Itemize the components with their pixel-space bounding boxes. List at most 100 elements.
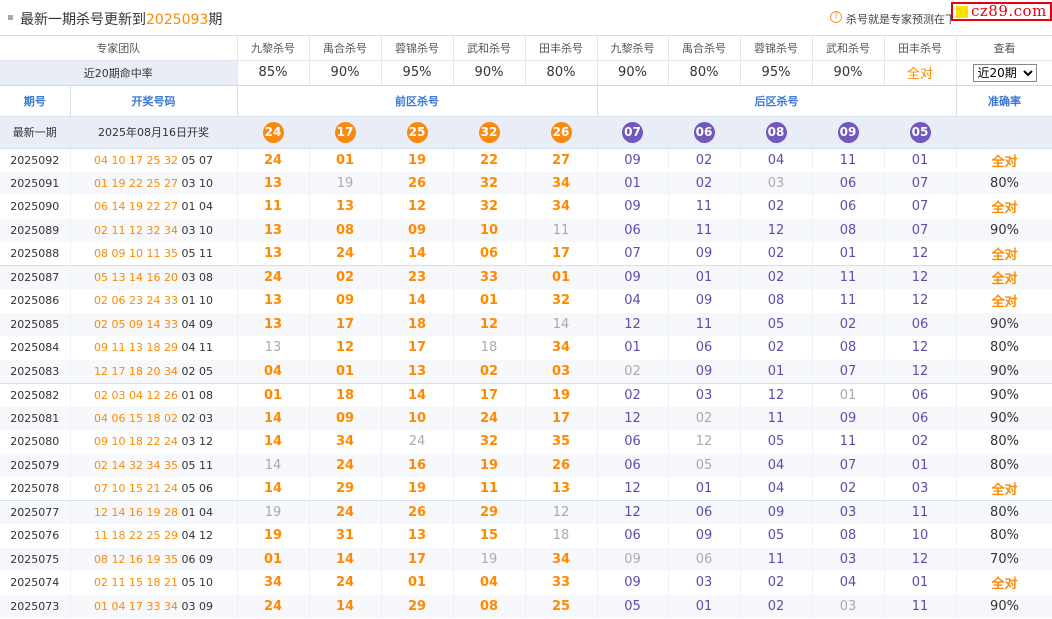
draw-front-numbers: 09 11 13 18 29 xyxy=(94,341,178,355)
back-kill-number: 02 xyxy=(812,312,885,336)
front-kill-number: 19 xyxy=(381,147,454,172)
site-logo[interactable]: cz89.com xyxy=(951,2,1052,21)
accuracy: 80% xyxy=(956,453,1052,477)
front-kill-number: 23 xyxy=(381,265,454,289)
draw-numbers: 02 14 32 34 35 05 11 xyxy=(70,453,238,477)
issue-number[interactable]: 2025081 xyxy=(0,406,71,430)
col-draw: 开奖号码 xyxy=(70,85,238,117)
history-row: 2025081 04 06 15 18 02 02 03 14 09 10 24 17 12 0… xyxy=(0,406,1052,430)
expert-name: 武和杀号 xyxy=(453,36,526,61)
draw-front-numbers: 02 11 15 18 21 xyxy=(94,576,178,590)
front-kill-number: 19 xyxy=(237,524,310,548)
back-kill-number: 04 xyxy=(597,289,669,313)
back-kill-number: 09 xyxy=(597,195,669,219)
issue-number[interactable]: 2025090 xyxy=(0,195,71,219)
front-kill-number: 01 xyxy=(381,571,454,595)
back-kill-number: 09 xyxy=(597,571,669,595)
draw-front-numbers: 06 14 19 22 27 xyxy=(94,200,178,214)
front-kill-number: 14 xyxy=(309,547,382,571)
back-kill-number: 05 xyxy=(597,594,669,618)
history-row: 2025090 06 14 19 22 27 01 04 11 13 12 32 34 09 1… xyxy=(0,195,1052,219)
issue-number[interactable]: 2025087 xyxy=(0,265,71,289)
issue-number[interactable]: 2025091 xyxy=(0,171,71,195)
issue-number[interactable]: 2025086 xyxy=(0,289,71,313)
front-kill-number: 11 xyxy=(453,477,526,501)
draw-front-numbers: 02 03 04 12 26 xyxy=(94,388,178,402)
issue-number[interactable]: 2025074 xyxy=(0,571,71,595)
draw-front-numbers: 02 11 12 32 34 xyxy=(94,223,178,237)
back-kill-number: 11 xyxy=(812,289,885,313)
back-kill-number: 01 xyxy=(740,359,813,383)
back-kill-number: 06 xyxy=(812,171,885,195)
front-kill-number: 13 xyxy=(309,195,382,219)
draw-back-numbers: 05 10 xyxy=(181,576,213,590)
front-kill-number: 01 xyxy=(453,289,526,313)
draw-front-numbers: 02 14 32 34 35 xyxy=(94,458,178,472)
front-kill-number: 01 xyxy=(237,547,310,571)
back-kill-number: 02 xyxy=(812,477,885,501)
front-kill-number: 14 xyxy=(525,312,598,336)
front-kill-number: 01 xyxy=(309,359,382,383)
back-kill-number: 05 xyxy=(740,312,813,336)
history-row: 2025087 05 13 14 16 20 03 08 24 02 23 33 01 09 0… xyxy=(0,265,1052,289)
accuracy: 80% xyxy=(956,430,1052,454)
draw-front-numbers: 11 18 22 25 29 xyxy=(94,529,178,543)
front-kill-number: 19 xyxy=(453,453,526,477)
title-issue: 2025093 xyxy=(146,12,209,28)
back-kill-number: 11 xyxy=(668,218,741,242)
draw-front-numbers: 09 10 18 22 24 xyxy=(94,435,178,449)
front-kill-number: 10 xyxy=(453,218,526,242)
front-kill-number: 33 xyxy=(453,265,526,289)
draw-numbers: 02 11 15 18 21 05 10 xyxy=(70,571,238,595)
issue-number[interactable]: 2025088 xyxy=(0,242,71,266)
issue-number[interactable]: 2025077 xyxy=(0,500,71,524)
expert-name: 禹合杀号 xyxy=(668,36,741,61)
history-row: 2025075 08 12 16 19 35 06 09 01 14 17 19 34 09 0… xyxy=(0,547,1052,571)
expert-name: 蓉锦杀号 xyxy=(381,36,454,61)
back-kill-number: 02 xyxy=(740,571,813,595)
hit-rate: 90% xyxy=(597,60,669,86)
back-kill-number: 08 xyxy=(812,218,885,242)
back-kill-number: 01 xyxy=(668,477,741,501)
front-kill-number: 04 xyxy=(453,571,526,595)
front-kill-number: 34 xyxy=(525,195,598,219)
draw-numbers: 08 09 10 11 35 05 11 xyxy=(70,242,238,266)
back-kill-number: 07 xyxy=(812,453,885,477)
issue-number[interactable]: 2025075 xyxy=(0,547,71,571)
front-kill-number: 34 xyxy=(237,571,310,595)
hit-rate: 90% xyxy=(453,60,526,86)
history-row: 2025080 09 10 18 22 24 03 12 14 34 24 32 35 06 1… xyxy=(0,430,1052,454)
issue-number[interactable]: 2025080 xyxy=(0,430,71,454)
accuracy: 90% xyxy=(956,406,1052,430)
issue-number[interactable]: 2025085 xyxy=(0,312,71,336)
issue-number[interactable]: 2025084 xyxy=(0,336,71,360)
issue-number[interactable]: 2025079 xyxy=(0,453,71,477)
back-kill-number: 11 xyxy=(812,430,885,454)
draw-back-numbers: 02 05 xyxy=(181,364,213,378)
issue-number[interactable]: 2025073 xyxy=(0,594,71,618)
question-circle-icon[interactable]: ? xyxy=(830,11,842,23)
period-select[interactable]: 近20期 xyxy=(972,63,1037,82)
expert-team-row: 专家团队 九黎杀号 禹合杀号 蓉锦杀号 武和杀号 田丰杀号 九黎杀号 禹合杀号 … xyxy=(0,36,1052,61)
issue-number[interactable]: 2025092 xyxy=(0,147,71,172)
back-ball-cell: 08 xyxy=(740,116,813,149)
issue-number[interactable]: 2025082 xyxy=(0,382,71,407)
draw-front-numbers: 04 10 17 25 32 xyxy=(94,153,178,167)
back-kill-number: 02 xyxy=(597,382,669,407)
issue-number[interactable]: 2025078 xyxy=(0,477,71,501)
front-kill-number: 18 xyxy=(381,312,454,336)
draw-front-numbers: 08 09 10 11 35 xyxy=(94,247,178,260)
front-kill-number: 10 xyxy=(381,406,454,430)
front-kill-number: 34 xyxy=(525,336,598,360)
title-prefix: 最新一期杀号更新到 xyxy=(20,12,146,28)
front-kill-number: 14 xyxy=(237,406,310,430)
issue-number[interactable]: 2025076 xyxy=(0,524,71,548)
draw-back-numbers: 03 08 xyxy=(181,271,213,284)
front-kill-number: 31 xyxy=(309,524,382,548)
front-kill-number: 13 xyxy=(237,171,310,195)
front-kill-number: 01 xyxy=(525,265,598,289)
front-kill-number: 24 xyxy=(237,147,310,172)
issue-number[interactable]: 2025083 xyxy=(0,359,71,383)
draw-back-numbers: 01 04 xyxy=(181,200,213,214)
issue-number[interactable]: 2025089 xyxy=(0,218,71,242)
